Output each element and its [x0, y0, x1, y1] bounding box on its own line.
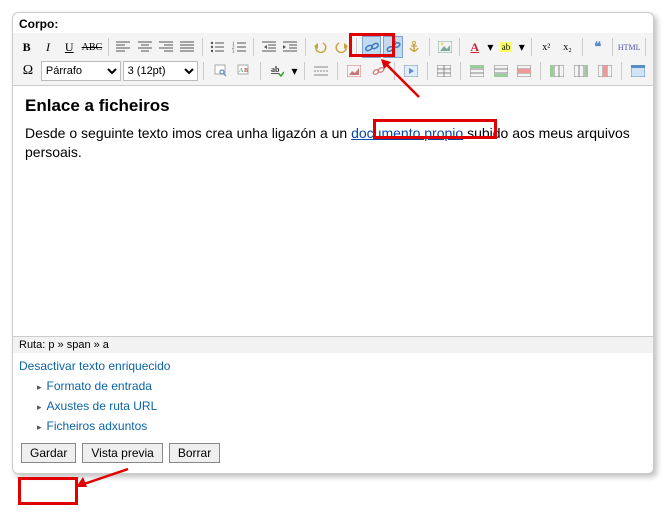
delete-button[interactable]: Borrar	[169, 443, 220, 463]
col-after-icon[interactable]	[570, 60, 592, 82]
svg-text:3: 3	[232, 50, 235, 53]
svg-text:B: B	[244, 68, 248, 74]
imce-link-icon[interactable]	[367, 60, 389, 82]
save-button[interactable]: Gardar	[21, 443, 76, 463]
content-link[interactable]: documento propio	[351, 125, 463, 141]
align-justify-icon[interactable]	[178, 36, 197, 58]
find-icon[interactable]	[209, 60, 231, 82]
preview-button[interactable]: Vista previa	[82, 443, 162, 463]
bold-icon[interactable]: B	[17, 36, 36, 58]
omega-icon[interactable]: Ω	[17, 60, 39, 82]
spellcheck-icon[interactable]: ab	[266, 60, 288, 82]
col-before-icon[interactable]	[546, 60, 568, 82]
media-icon[interactable]	[400, 60, 422, 82]
col-delete-icon[interactable]	[594, 60, 616, 82]
path-row: Ruta: p » span » a	[13, 336, 653, 353]
image-icon[interactable]	[435, 36, 454, 58]
numbered-list-icon[interactable]: 123	[229, 36, 248, 58]
path-value[interactable]: p » span » a	[48, 339, 109, 351]
outdent-icon[interactable]	[259, 36, 278, 58]
highlight-save-button	[18, 477, 78, 505]
table-icon[interactable]	[433, 60, 455, 82]
row-before-icon[interactable]	[466, 60, 488, 82]
imce-image-icon[interactable]	[343, 60, 365, 82]
field-label: Corpo:	[13, 13, 653, 33]
teaser-break-icon[interactable]	[310, 60, 332, 82]
accordion-attachments[interactable]: Ficheiros adxuntos	[37, 419, 647, 433]
bg-color-dropdown-icon[interactable]: ▾	[518, 36, 526, 58]
content-paragraph: Desde o seguinte texto imos crea unha li…	[25, 124, 641, 162]
align-left-icon[interactable]	[114, 36, 133, 58]
blockquote-icon[interactable]: ❝	[588, 36, 607, 58]
svg-text:ab: ab	[271, 65, 280, 74]
text-color-dropdown-icon[interactable]: ▾	[486, 36, 494, 58]
link-icon[interactable]	[362, 36, 381, 58]
bg-color-icon[interactable]: ab	[496, 36, 515, 58]
underline-icon[interactable]: U	[60, 36, 79, 58]
bullet-list-icon[interactable]	[208, 36, 227, 58]
accordion-url-settings[interactable]: Axustes de ruta URL	[37, 399, 647, 413]
anchor-icon[interactable]	[405, 36, 424, 58]
spellcheck-dropdown-icon[interactable]: ▾	[290, 60, 299, 82]
disable-rich-text-link[interactable]: Desactivar texto enriquecido	[19, 359, 647, 373]
editor-content-area[interactable]: Enlace a ficheiros Desde o seguinte text…	[13, 86, 653, 336]
html-icon[interactable]: HTML	[618, 36, 640, 58]
undo-icon[interactable]	[311, 36, 330, 58]
superscript-icon[interactable]: x²	[537, 36, 556, 58]
font-size-select[interactable]: 3 (12pt)	[123, 61, 199, 81]
align-center-icon[interactable]	[135, 36, 154, 58]
content-heading: Enlace a ficheiros	[25, 96, 641, 116]
align-right-icon[interactable]	[156, 36, 175, 58]
unlink-icon[interactable]	[383, 36, 402, 58]
editor-toolbar: B I U ABC 123 A ▾	[13, 33, 653, 86]
redo-icon[interactable]	[332, 36, 351, 58]
indent-icon[interactable]	[281, 36, 300, 58]
italic-icon[interactable]: I	[38, 36, 57, 58]
accordion-input-format[interactable]: Formato de entrada	[37, 379, 647, 393]
text-color-icon[interactable]: A	[465, 36, 484, 58]
row-delete-icon[interactable]	[514, 60, 536, 82]
strike-icon[interactable]: ABC	[81, 36, 103, 58]
subscript-icon[interactable]: x₂	[558, 36, 577, 58]
replace-icon[interactable]: AB	[233, 60, 255, 82]
format-select[interactable]: Párrafo	[41, 61, 121, 81]
row-after-icon[interactable]	[490, 60, 512, 82]
fullscreen-icon[interactable]	[627, 60, 649, 82]
